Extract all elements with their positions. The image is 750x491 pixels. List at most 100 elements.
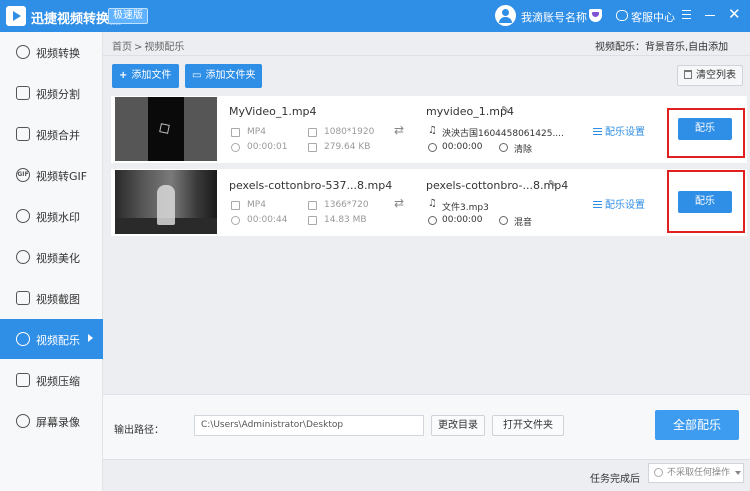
minimize-icon[interactable] bbox=[705, 15, 715, 16]
music-file: 泱泱古国1604458061425.... bbox=[442, 129, 564, 139]
resolution-icon bbox=[308, 201, 317, 210]
output-duration: 00:00:00 bbox=[442, 215, 483, 225]
sidebar-item-label: 视频美化 bbox=[36, 252, 80, 265]
edit-name-icon[interactable]: ✎ bbox=[548, 179, 556, 190]
highlight-box bbox=[667, 108, 745, 158]
sidebar-item-beautify[interactable]: 视频美化 bbox=[0, 237, 103, 277]
mode-description: 视频配乐：背景音乐,自由添加 bbox=[595, 42, 729, 53]
add-folder-label: 添加文件夹 bbox=[205, 70, 256, 81]
account-name[interactable]: 我滴账号名称 bbox=[521, 9, 587, 25]
app-logo-icon bbox=[6, 6, 26, 26]
settings-sliders-icon bbox=[593, 128, 602, 135]
after-task-select[interactable]: 不采取任何操作 bbox=[648, 463, 744, 483]
sidebar-item-label: 视频转GIF bbox=[36, 170, 88, 183]
title-bar: 迅捷视频转换器 极速版 我滴账号名称 客服中心 ✕ bbox=[0, 0, 750, 32]
file-resolution: 1080*1920 bbox=[324, 127, 375, 137]
breadcrumb-current: 视频配乐 bbox=[144, 42, 185, 53]
sidebar-item-music[interactable]: 视频配乐 bbox=[0, 319, 103, 359]
thumbnail-figure bbox=[157, 185, 175, 225]
convert-arrow-icon: ⇄ bbox=[394, 123, 405, 137]
sidebar-item-gif[interactable]: GIF 视频转GIF bbox=[0, 155, 103, 195]
add-music-all-button[interactable]: 全部配乐 bbox=[655, 410, 739, 440]
music-setting-link[interactable]: 配乐设置 bbox=[593, 123, 645, 138]
clock-icon bbox=[428, 216, 437, 225]
file-resolution: 1366*720 bbox=[324, 200, 369, 210]
gif-icon: GIF bbox=[16, 168, 30, 182]
music-note-icon: ♫ bbox=[428, 198, 437, 209]
file-row: pexels-cottonbro-537...8.mp4 MP4 1366*72… bbox=[111, 169, 747, 236]
after-task-value: 不采取任何操作 bbox=[667, 468, 731, 478]
output-duration: 00:00:00 bbox=[442, 142, 483, 152]
video-thumbnail[interactable] bbox=[115, 97, 217, 161]
output-path-field[interactable]: C:\Users\Administrator\Desktop bbox=[194, 415, 424, 436]
compress-icon bbox=[16, 373, 30, 387]
music-setting-link[interactable]: 配乐设置 bbox=[593, 196, 645, 211]
output-name: pexels-cottonbro-...8.mp4 bbox=[426, 179, 569, 192]
size-icon bbox=[308, 143, 317, 152]
after-task-label: 任务完成后 bbox=[590, 474, 640, 485]
clear-list-button[interactable]: 清空列表 bbox=[677, 65, 743, 86]
sidebar-item-watermark[interactable]: 视频水印 bbox=[0, 196, 103, 236]
audio-mode: 混音 bbox=[514, 218, 533, 228]
clear-list-label: 清空列表 bbox=[696, 70, 736, 81]
divider bbox=[103, 55, 750, 56]
music-setting-label: 配乐设置 bbox=[605, 200, 645, 211]
format-icon bbox=[231, 201, 240, 210]
change-directory-button[interactable]: 更改目录 bbox=[431, 415, 485, 436]
video-thumbnail[interactable] bbox=[115, 170, 217, 234]
split-icon bbox=[16, 86, 30, 100]
settings-sliders-icon bbox=[593, 201, 602, 208]
image-icon bbox=[16, 291, 30, 305]
add-folder-button[interactable]: ▭ 添加文件夹 bbox=[185, 64, 262, 88]
play-icon bbox=[16, 127, 30, 141]
resolution-icon bbox=[308, 128, 317, 137]
sidebar-item-merge[interactable]: 视频合并 bbox=[0, 114, 103, 154]
sidebar-item-compress[interactable]: 视频压缩 bbox=[0, 360, 103, 400]
avatar[interactable] bbox=[495, 5, 516, 26]
music-file: 文件3.mp3 bbox=[442, 203, 489, 213]
open-folder-button[interactable]: 打开文件夹 bbox=[492, 415, 564, 436]
sidebar-item-label: 视频转换 bbox=[36, 47, 80, 60]
add-file-label: 添加文件 bbox=[131, 70, 172, 81]
service-center-link[interactable]: 客服中心 bbox=[631, 9, 675, 25]
audio-mode: 清除 bbox=[514, 145, 533, 155]
sidebar-item-convert[interactable]: 视频转换 bbox=[0, 32, 103, 72]
close-icon[interactable]: ✕ bbox=[728, 7, 741, 22]
breadcrumb: 首页 > 视频配乐 bbox=[112, 38, 184, 53]
watermark-icon bbox=[16, 209, 30, 223]
sidebar-item-screenshot[interactable]: 视频截图 bbox=[0, 278, 103, 318]
file-name: pexels-cottonbro-537...8.mp4 bbox=[229, 179, 393, 192]
file-duration: 00:00:44 bbox=[247, 215, 288, 225]
format-icon bbox=[231, 128, 240, 137]
file-size: 14.83 MB bbox=[324, 215, 367, 225]
chat-icon[interactable] bbox=[616, 10, 628, 21]
sidebar-item-label: 视频截图 bbox=[36, 293, 80, 306]
trash-icon bbox=[684, 70, 692, 79]
camera-icon bbox=[16, 414, 30, 428]
file-size: 279.64 KB bbox=[324, 142, 371, 152]
edit-name-icon[interactable]: ✎ bbox=[501, 105, 509, 116]
breadcrumb-home[interactable]: 首页 bbox=[112, 42, 132, 53]
audio-mode-icon bbox=[499, 216, 508, 225]
size-icon bbox=[308, 216, 317, 225]
file-name: MyVideo_1.mp4 bbox=[229, 105, 317, 118]
sidebar-item-record[interactable]: 屏幕录像 bbox=[0, 401, 103, 441]
file-row: MyVideo_1.mp4 MP4 1080*1920 00:00:01 279… bbox=[111, 96, 747, 163]
sidebar-item-label: 视频分割 bbox=[36, 88, 80, 101]
palette-icon bbox=[16, 250, 30, 264]
sidebar: 视频转换 视频分割 视频合并 GIF 视频转GIF 视频水印 视频美化 视频截图… bbox=[0, 32, 103, 491]
audio-mode-icon bbox=[499, 143, 508, 152]
thumbnail-mark bbox=[159, 123, 170, 134]
sidebar-item-label: 屏幕录像 bbox=[36, 416, 80, 429]
clock-icon bbox=[428, 143, 437, 152]
sidebar-item-label: 视频配乐 bbox=[36, 334, 80, 347]
active-arrow-icon bbox=[88, 334, 93, 342]
file-format: MP4 bbox=[247, 200, 266, 210]
vip-icon[interactable] bbox=[589, 9, 602, 22]
menu-icon[interactable] bbox=[682, 10, 691, 19]
highlight-box bbox=[667, 170, 745, 233]
sidebar-item-split[interactable]: 视频分割 bbox=[0, 73, 103, 113]
add-file-button[interactable]: + 添加文件 bbox=[112, 64, 179, 88]
output-path-label: 输出路径： bbox=[114, 425, 164, 436]
file-duration: 00:00:01 bbox=[247, 142, 288, 152]
